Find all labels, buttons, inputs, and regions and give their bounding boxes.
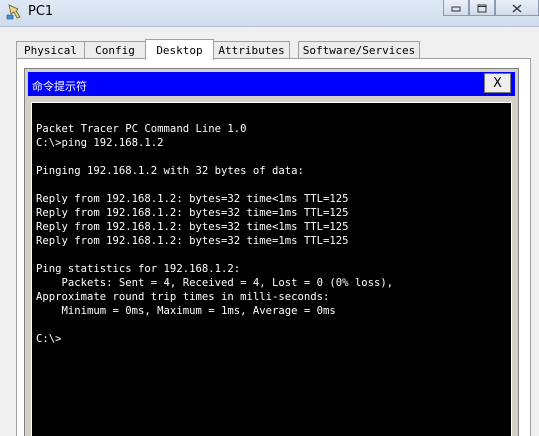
window-close-button[interactable]: [495, 0, 539, 16]
terminal-line: C:\>ping 192.168.1.2: [36, 137, 164, 149]
tab-physical[interactable]: Physical: [16, 41, 85, 58]
terminal-line: Packet Tracer PC Command Line 1.0: [36, 123, 247, 135]
command-prompt-title-bar: 命令提示符 X: [28, 72, 515, 96]
close-icon: [512, 0, 522, 17]
terminal-line: Ping statistics for 192.168.1.2:: [36, 263, 241, 275]
terminal-prompt: C:\>: [36, 333, 62, 345]
maximize-button[interactable]: [469, 0, 495, 16]
tab-config[interactable]: Config: [84, 41, 146, 58]
command-prompt-window: 命令提示符 X Packet Tracer PC Command Line 1.…: [24, 68, 519, 436]
terminal-line: Reply from 192.168.1.2: bytes=32 time=1m…: [36, 235, 349, 247]
title-bar[interactable]: PC1: [0, 0, 539, 27]
pc-icon: [6, 3, 24, 21]
terminal-line: Packets: Sent = 4, Received = 4, Lost = …: [36, 277, 394, 289]
terminal-line: Reply from 192.168.1.2: bytes=32 time<1m…: [36, 193, 349, 205]
minimize-button[interactable]: [443, 0, 469, 16]
tab-software-services[interactable]: Software/Services: [298, 41, 420, 58]
terminal-line: Reply from 192.168.1.2: bytes=32 time=1m…: [36, 207, 349, 219]
minimize-icon: [451, 0, 461, 17]
window-title: PC1: [28, 4, 54, 19]
terminal-line: Minimum = 0ms, Maximum = 1ms, Average = …: [36, 305, 336, 317]
terminal-line: Pinging 192.168.1.2 with 32 bytes of dat…: [36, 165, 304, 177]
maximize-icon: [477, 0, 487, 17]
tab-attributes[interactable]: Attributes: [213, 41, 290, 58]
tab-desktop[interactable]: Desktop: [145, 39, 214, 60]
command-prompt-title: 命令提示符: [32, 80, 87, 93]
window-controls: [443, 0, 539, 16]
terminal-output[interactable]: Packet Tracer PC Command Line 1.0 C:\>pi…: [31, 102, 512, 436]
terminal-line: Reply from 192.168.1.2: bytes=32 time<1m…: [36, 221, 349, 233]
terminal-line: Approximate round trip times in milli-se…: [36, 291, 330, 303]
pc1-window: PC1 Physical Config Desktop Attributes S…: [0, 0, 539, 436]
command-prompt-close-button[interactable]: X: [484, 73, 511, 93]
